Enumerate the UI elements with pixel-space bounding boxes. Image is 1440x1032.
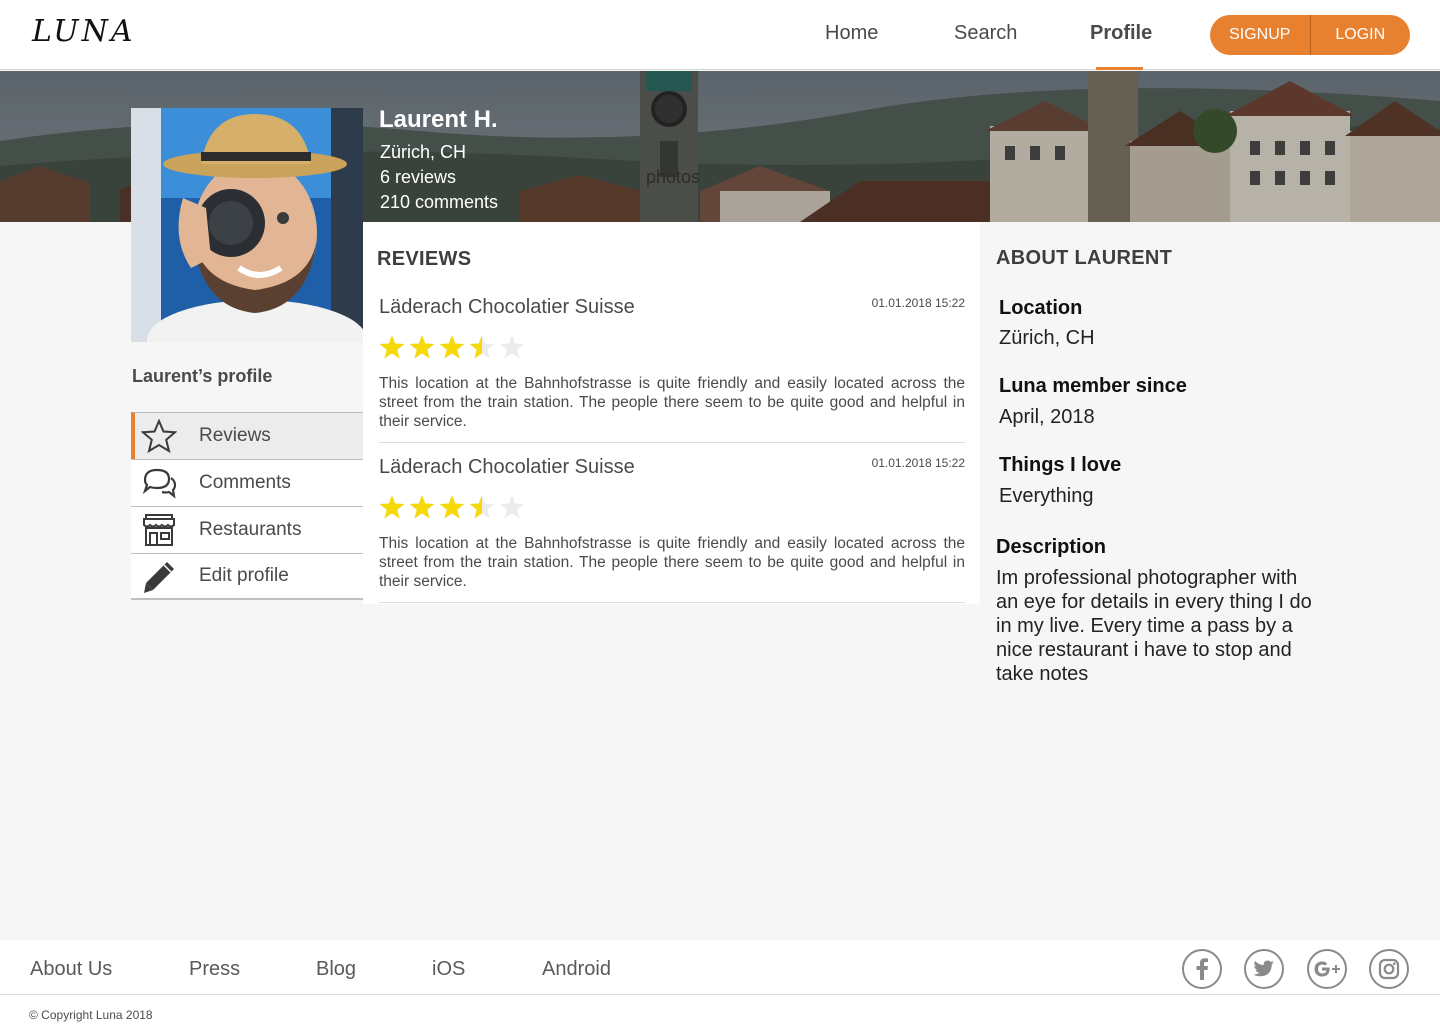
footer: About Us Press Blog iOS Android © Copyri… bbox=[0, 940, 1440, 1032]
user-comments-count: 210 comments bbox=[380, 192, 499, 212]
reviews-panel: REVIEWS Läderach Chocolatier Suisse 01.0… bbox=[363, 222, 980, 604]
sidebar-item-comments[interactable]: Comments bbox=[131, 459, 363, 506]
star-full bbox=[379, 495, 405, 519]
avatar bbox=[131, 108, 363, 342]
star-full bbox=[439, 495, 465, 519]
about-location-value: Zürich, CH bbox=[999, 327, 1095, 349]
nav-profile[interactable]: Profile bbox=[1090, 22, 1152, 45]
star-full bbox=[439, 335, 465, 359]
review-card[interactable]: Läderach Chocolatier Suisse 01.01.2018 1… bbox=[379, 296, 965, 443]
review-date: 01.01.2018 15:22 bbox=[871, 456, 965, 470]
star-rating bbox=[379, 335, 525, 359]
review-text: This location at the Bahnhofstrasse is q… bbox=[379, 375, 965, 430]
about-location-label: Location bbox=[999, 297, 1083, 319]
star-full bbox=[409, 495, 435, 519]
star-full bbox=[409, 335, 435, 359]
about-description-label: Description bbox=[996, 536, 1107, 558]
signup-button[interactable]: SIGNUP bbox=[1210, 15, 1310, 55]
sidebar-item-label: Comments bbox=[199, 472, 291, 493]
instagram-icon[interactable] bbox=[1369, 949, 1409, 989]
sidebar-item-reviews[interactable]: Reviews bbox=[131, 412, 363, 459]
twitter-icon[interactable] bbox=[1244, 949, 1284, 989]
about-things-love-label: Things I love bbox=[999, 454, 1122, 476]
facebook-icon[interactable] bbox=[1182, 949, 1222, 989]
about-member-since-label: Luna member since bbox=[999, 375, 1187, 397]
nav-search[interactable]: Search bbox=[954, 22, 1017, 45]
about-member-since-value: April, 2018 bbox=[999, 406, 1095, 428]
footer-link-blog[interactable]: Blog bbox=[316, 958, 356, 981]
user-photos-count: photos bbox=[646, 167, 701, 187]
storefront-icon bbox=[143, 514, 175, 546]
review-date: 01.01.2018 15:22 bbox=[871, 296, 965, 310]
about-description-value: Im professional photographer with an eye… bbox=[996, 567, 1312, 685]
user-location: Zürich, CH bbox=[380, 142, 467, 162]
review-text: This location at the Bahnhofstrasse is q… bbox=[379, 535, 965, 590]
star-empty bbox=[499, 335, 525, 359]
user-reviews-count: 6 reviews bbox=[380, 167, 457, 187]
user-name: Laurent H. bbox=[379, 106, 498, 133]
profile-sidebar-menu: Reviews Comments Restaurants Edit profil… bbox=[131, 412, 363, 600]
about-panel: ABOUT LAURENT Location Zürich, CH Luna m… bbox=[981, 222, 1440, 940]
about-heading: ABOUT LAURENT bbox=[996, 247, 1173, 269]
footer-link-press[interactable]: Press bbox=[189, 958, 240, 981]
nav-home[interactable]: Home bbox=[825, 22, 878, 45]
copyright-text: © Copyright Luna 2018 bbox=[29, 1008, 153, 1022]
star-rating bbox=[379, 495, 525, 519]
pencil-icon bbox=[144, 562, 174, 593]
star-icon bbox=[141, 419, 177, 453]
sidebar-item-edit-profile[interactable]: Edit profile bbox=[131, 553, 363, 600]
review-restaurant-name[interactable]: Läderach Chocolatier Suisse bbox=[379, 296, 635, 319]
sidebar-item-label: Reviews bbox=[199, 425, 271, 446]
google-plus-icon[interactable] bbox=[1307, 949, 1347, 989]
luna-logo[interactable]: LUNA bbox=[32, 14, 135, 49]
sidebar-item-restaurants[interactable]: Restaurants bbox=[131, 506, 363, 553]
footer-divider bbox=[0, 994, 1440, 995]
sidebar-item-label: Restaurants bbox=[199, 519, 302, 540]
footer-link-about-us[interactable]: About Us bbox=[30, 958, 112, 981]
about-things-love-value: Everything bbox=[999, 485, 1094, 507]
star-full bbox=[379, 335, 405, 359]
review-card[interactable]: Läderach Chocolatier Suisse 01.01.2018 1… bbox=[379, 456, 965, 603]
nav-active-indicator bbox=[1096, 67, 1143, 70]
sidebar-item-label: Edit profile bbox=[199, 565, 289, 586]
star-empty bbox=[499, 495, 525, 519]
footer-link-android[interactable]: Android bbox=[542, 958, 611, 981]
reviews-heading: REVIEWS bbox=[377, 248, 472, 270]
chat-bubbles-icon bbox=[142, 468, 177, 499]
review-restaurant-name[interactable]: Läderach Chocolatier Suisse bbox=[379, 456, 635, 479]
footer-link-ios[interactable]: iOS bbox=[432, 958, 465, 981]
login-button[interactable]: LOGIN bbox=[1311, 15, 1411, 55]
top-navigation-bar: LUNA Home Search Profile SIGNUP LOGIN bbox=[0, 0, 1440, 70]
auth-button-group: SIGNUP LOGIN bbox=[1210, 15, 1410, 55]
profile-sidebar-title: Laurent’s profile bbox=[132, 366, 273, 386]
